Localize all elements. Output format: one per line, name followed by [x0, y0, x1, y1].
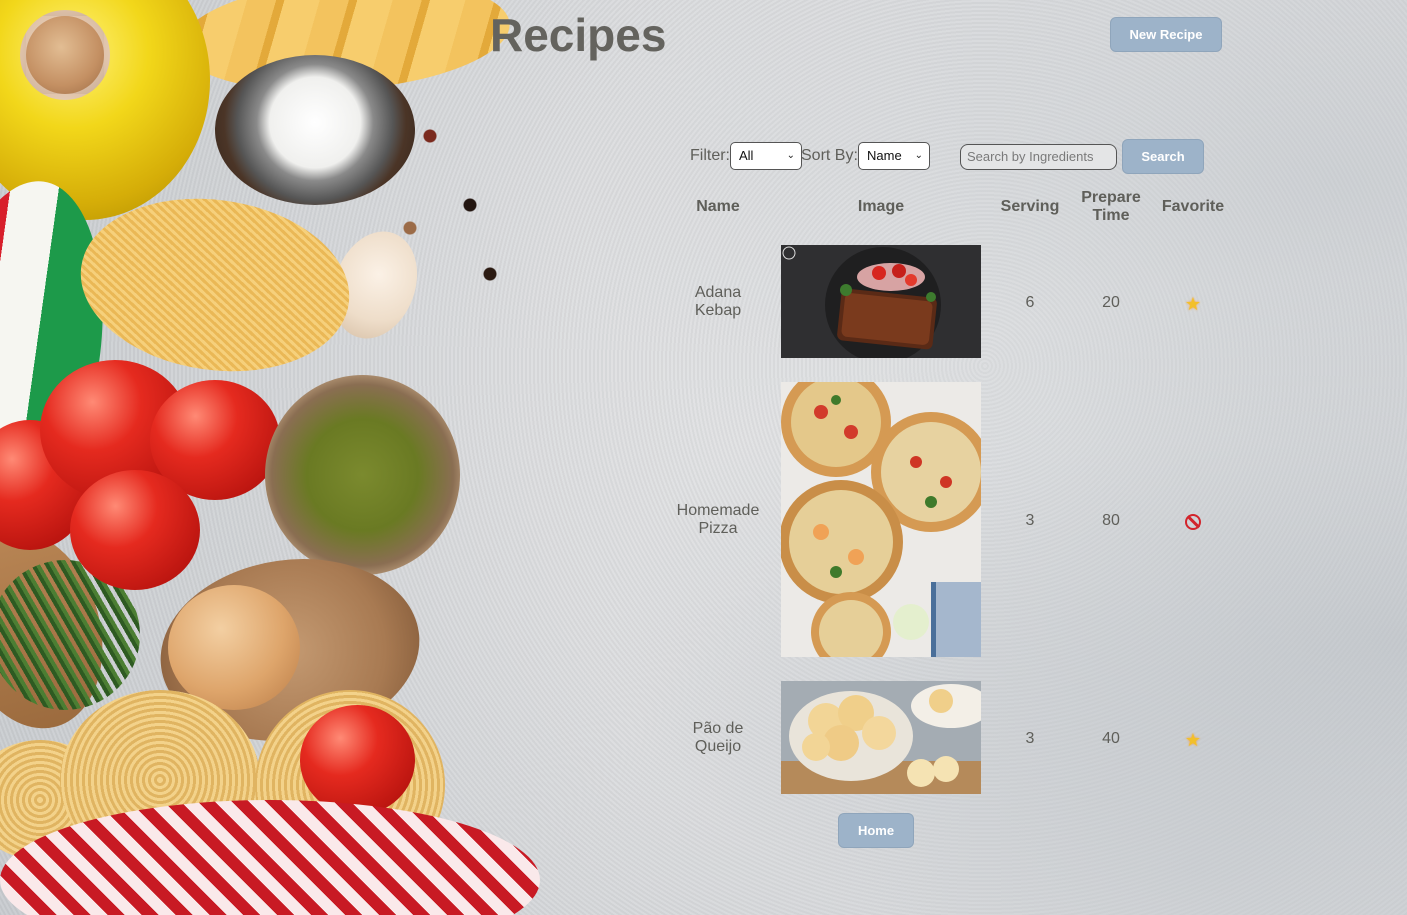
- recipe-prepare-time: 80: [1102, 512, 1120, 529]
- chevron-down-icon: ⌄: [786, 150, 795, 161]
- page-title: Recipes: [490, 9, 667, 61]
- cheese-bread-photo: [781, 681, 981, 794]
- recipe-prepare-time: 40: [1102, 730, 1120, 747]
- filter-label: Filter:: [690, 147, 730, 164]
- new-recipe-button[interactable]: New Recipe: [1110, 17, 1222, 52]
- recipe-serving: 3: [1025, 730, 1035, 747]
- filter-select[interactable]: All ⌄: [730, 142, 802, 170]
- salt-bowl: [215, 55, 415, 205]
- ingredient-search-input[interactable]: Search by Ingredients: [960, 144, 1117, 170]
- home-button[interactable]: Home: [838, 813, 914, 848]
- prohibited-icon: [1185, 514, 1201, 530]
- favorite-toggle[interactable]: ★: [1183, 730, 1203, 750]
- column-header-name: Name: [696, 198, 740, 215]
- column-header-favorite: Favorite: [1161, 198, 1225, 215]
- egg: [168, 585, 300, 710]
- chevron-down-icon: ⌄: [914, 150, 923, 161]
- sort-select[interactable]: Name ⌄: [858, 142, 930, 170]
- star-icon: ★: [1184, 729, 1202, 750]
- recipe-serving: 3: [1025, 512, 1035, 529]
- recipe-image[interactable]: [781, 681, 981, 794]
- olive-bowl: [265, 375, 460, 575]
- pizza-photo: [781, 382, 981, 657]
- sort-label: Sort By:: [801, 147, 858, 164]
- tomato: [70, 470, 200, 590]
- recipe-name: Adana Kebap: [694, 284, 742, 319]
- favorite-toggle[interactable]: [1183, 512, 1203, 532]
- sort-select-value: Name: [867, 148, 902, 163]
- search-button[interactable]: Search: [1122, 139, 1204, 174]
- bottle-cork: [20, 10, 110, 100]
- column-header-serving: Serving: [1000, 198, 1060, 215]
- tomato: [300, 705, 415, 815]
- filter-select-value: All: [739, 148, 754, 163]
- kebab-photo: [781, 245, 981, 358]
- recipe-serving: 6: [1025, 294, 1035, 311]
- column-header-image: Image: [857, 198, 905, 215]
- column-header-prepare-time: Prepare Time: [1081, 189, 1141, 224]
- recipe-image[interactable]: [781, 382, 981, 657]
- food-background-image: [0, 0, 560, 915]
- favorite-toggle[interactable]: ★: [1183, 294, 1203, 314]
- recipe-name: Homemade Pizza: [676, 502, 760, 537]
- recipe-prepare-time: 20: [1102, 294, 1120, 311]
- star-icon: ★: [1184, 293, 1202, 314]
- recipe-toolbar: Filter: All ⌄ Sort By: Name ⌄ Search by …: [690, 139, 1210, 174]
- recipe-name: Pão de Queijo: [692, 720, 744, 755]
- recipe-image[interactable]: [781, 245, 981, 358]
